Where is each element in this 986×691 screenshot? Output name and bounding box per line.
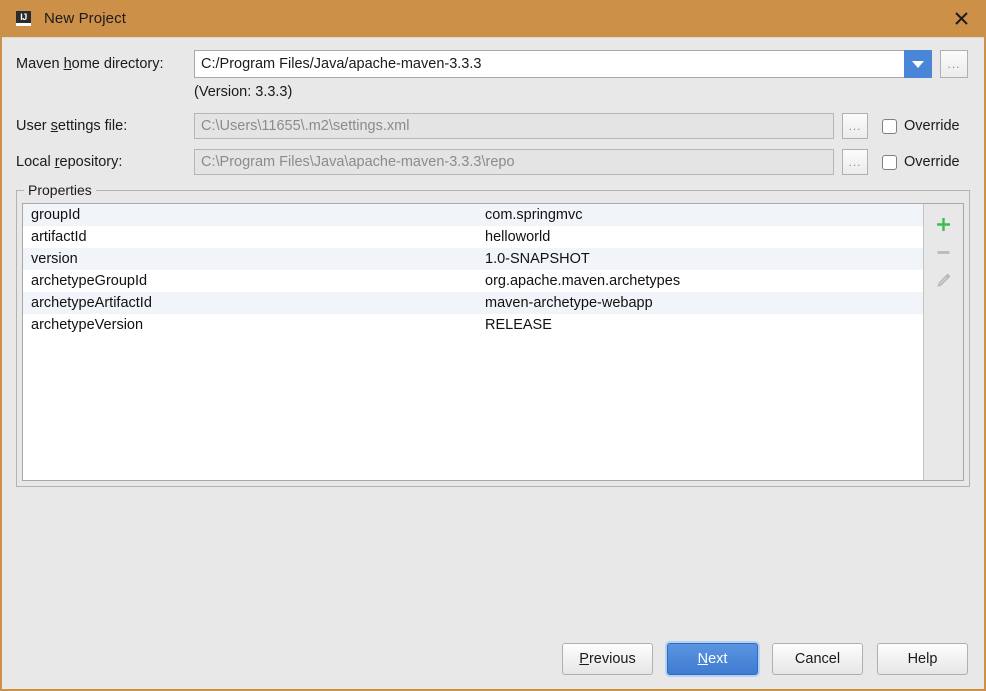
dialog-button-bar: Previous Next Cancel Help — [2, 643, 984, 675]
property-value: com.springmvc — [485, 207, 583, 223]
maven-home-browse-button[interactable]: ... — [940, 50, 968, 78]
local-repository-override-label: Override — [904, 154, 960, 170]
maven-home-combobox[interactable] — [194, 50, 932, 78]
user-settings-label: User settings file: — [16, 118, 128, 134]
property-value: maven-archetype-webapp — [485, 295, 653, 311]
local-repository-input[interactable] — [194, 149, 834, 175]
edit-property-button[interactable] — [930, 266, 958, 294]
plus-icon — [935, 216, 952, 233]
pencil-icon — [935, 272, 952, 289]
maven-home-input[interactable] — [194, 50, 904, 78]
remove-property-button[interactable] — [930, 238, 958, 266]
local-repository-row: Local repository: ... Override — [16, 147, 970, 177]
properties-group: Properties groupId com.springmvc artifactI… — [16, 182, 970, 487]
property-value: 1.0-SNAPSHOT — [485, 251, 590, 267]
help-button[interactable]: Help — [877, 643, 968, 675]
property-key: archetypeVersion — [31, 317, 144, 333]
property-key: artifactId — [31, 229, 87, 245]
table-row[interactable]: groupId com.springmvc — [23, 204, 923, 226]
dialog-content: Maven home directory: ... (Version: 3.3.… — [2, 38, 984, 689]
properties-toolbar — [923, 204, 963, 480]
maven-home-dropdown-button[interactable] — [904, 50, 932, 78]
properties-table[interactable]: groupId com.springmvc artifactId helloworld… — [23, 204, 923, 480]
property-key: archetypeArtifactId — [31, 295, 152, 311]
minus-icon — [935, 244, 952, 261]
properties-group-title: Properties — [24, 182, 96, 198]
local-repository-label: Local repository: — [16, 154, 123, 170]
chevron-down-icon — [912, 60, 924, 68]
user-settings-override-label: Override — [904, 118, 960, 134]
table-row[interactable]: artifactId helloworld — [23, 226, 923, 248]
maven-version-row: (Version: 3.3.3) — [16, 79, 970, 105]
property-value: helloworld — [485, 229, 551, 245]
property-value: RELEASE — [485, 317, 552, 333]
new-project-dialog: IJ New Project Maven home directory: C:/… — [0, 0, 986, 691]
user-settings-input[interactable] — [194, 113, 834, 139]
table-row[interactable]: archetypeVersion RELEASE — [23, 314, 923, 336]
maven-home-row: Maven home directory: ... — [16, 49, 970, 79]
table-row[interactable]: archetypeGroupId org.apache.maven.archety… — [23, 270, 923, 292]
add-property-button[interactable] — [930, 210, 958, 238]
window-title: New Project — [44, 10, 126, 27]
user-settings-browse-button[interactable]: ... — [842, 113, 868, 139]
maven-settings-form: Maven home directory: ... (Version: 3.3.… — [2, 38, 984, 177]
property-key: archetypeGroupId — [31, 273, 148, 289]
intellij-idea-icon: IJ — [16, 11, 31, 26]
properties-panel: groupId com.springmvc artifactId helloworld… — [22, 203, 964, 481]
checkbox-box — [882, 118, 897, 134]
next-button[interactable]: Next — [667, 643, 758, 675]
table-row[interactable]: version 1.0-SNAPSHOT — [23, 248, 923, 270]
previous-button[interactable]: Previous — [562, 643, 653, 675]
local-repository-browse-button[interactable]: ... — [842, 149, 868, 175]
property-key: groupId — [31, 207, 81, 223]
property-key: version — [31, 251, 78, 267]
property-value: org.apache.maven.archetypes — [485, 273, 681, 289]
maven-home-label: Maven home directory: — [16, 56, 164, 72]
cancel-button[interactable]: Cancel — [772, 643, 863, 675]
user-settings-override-checkbox[interactable]: Override — [882, 118, 960, 134]
close-icon — [954, 11, 969, 26]
user-settings-row: User settings file: ... Override — [16, 111, 970, 141]
table-row[interactable]: archetypeArtifactId maven-archetype-webap… — [23, 292, 923, 314]
local-repository-override-checkbox[interactable]: Override — [882, 154, 960, 170]
title-bar: IJ New Project — [2, 0, 984, 37]
close-button[interactable] — [938, 0, 984, 37]
maven-version-note: (Version: 3.3.3) — [194, 84, 293, 100]
checkbox-box — [882, 154, 897, 170]
